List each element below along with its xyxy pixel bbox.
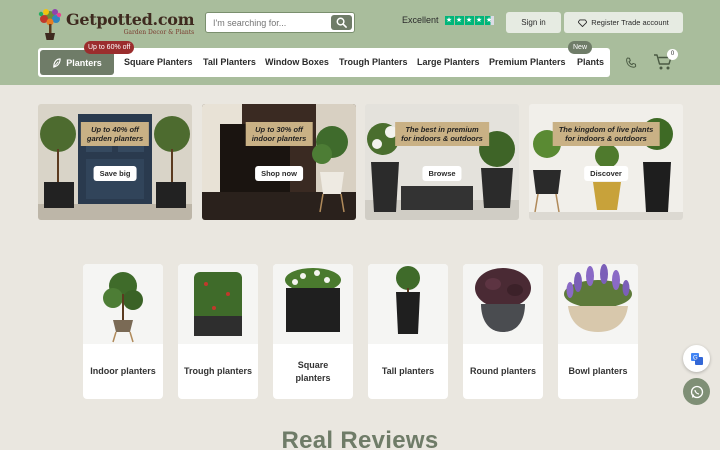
cart-count-badge: 0 [667,49,678,60]
category-label: Round planters [469,366,536,377]
search-button[interactable] [331,15,352,30]
nav-item-window-boxes[interactable]: Window Boxes [265,48,329,77]
promo-banner-indoor[interactable]: Up to 30% off indoor planters Shop now [202,104,356,220]
star-icon: ★ [464,15,474,25]
new-badge: New [568,41,593,54]
category-card-indoor[interactable]: Indoor planters [83,264,163,399]
banner-tag-line1: The best in premium [405,125,479,134]
round-planter-image [463,264,543,344]
category-label: Tall planters [381,366,435,377]
promo-banner-premium[interactable]: The best in premium for indoors & outdoo… [365,104,519,220]
search-icon [336,17,347,28]
reviews-heading: Real Reviews [281,427,439,450]
translate-icon: G [690,352,703,365]
category-card-trough[interactable]: Trough planters [178,264,258,399]
logo-tagline: Garden Decor & Plants [123,29,195,36]
phone-icon [626,57,637,68]
banner-tag-line2: for indoors & outdoors [565,134,647,143]
nav-item-square-planters[interactable]: Square Planters [124,48,193,77]
banner-tag-line2: for indoors & outdoors [401,134,483,143]
site-header: Getpotted.com Garden Decor & Plants Exce… [0,0,720,85]
promo-banner-garden[interactable]: Up to 40% off garden planters Save big [38,104,192,220]
register-trade-label: Register Trade account [591,18,669,27]
banner-tag-line1: The kingdom of live plants [558,125,654,134]
whatsapp-button[interactable] [683,378,710,405]
nav-planters-label: Planters [66,57,102,68]
leaf-icon [53,57,61,68]
discover-button[interactable]: Discover [584,166,628,181]
tall-planter-image [368,264,448,344]
banner-tag: Up to 40% off garden planters [80,122,150,146]
shop-now-button[interactable]: Shop now [255,166,303,181]
category-label: Trough planters [184,366,253,377]
star-icon: ★ [474,15,484,25]
phone-button[interactable] [625,56,637,74]
signin-button[interactable]: Sign in [506,12,561,33]
nav-item-trough-planters[interactable]: Trough Planters [339,48,408,77]
category-card-bowl[interactable]: Bowl planters [558,264,638,399]
category-card-square[interactable]: Square planters [273,264,353,399]
logo-tree-icon [36,7,64,41]
banner-tag: The kingdom of live plants for indoors &… [552,122,660,146]
banner-tag-line2: indoor planters [251,134,307,143]
category-label: Indoor planters [90,366,156,377]
trough-planter-image [178,264,258,344]
bowl-planter-image [558,264,638,344]
star-icon: ★ [444,15,454,25]
register-trade-button[interactable]: Register Trade account [564,12,683,33]
sale-badge: Up to 60% off [84,41,135,54]
search-box [205,12,355,33]
category-card-tall[interactable]: Tall planters [368,264,448,399]
nav-item-premium-planters[interactable]: Premium Planters [489,48,566,77]
nav-item-large-planters[interactable]: Large Planters [417,48,480,77]
whatsapp-icon [690,385,703,398]
logo[interactable]: Getpotted.com Garden Decor & Plants [36,6,195,42]
search-input[interactable] [206,17,326,28]
banner-tag-line1: Up to 40% off [91,125,139,134]
trustpilot-rating[interactable]: Excellent ★ ★ ★ ★ ★ [402,15,494,25]
banner-tag-line2: garden planters [86,134,144,143]
trust-label: Excellent [402,15,439,25]
banner-tag: The best in premium for indoors & outdoo… [395,122,489,146]
category-label: Bowl planters [568,366,628,377]
save-big-button[interactable]: Save big [93,166,137,181]
trust-stars: ★ ★ ★ ★ ★ [444,15,494,25]
star-half-icon: ★ [484,15,494,25]
category-card-round[interactable]: Round planters [463,264,543,399]
star-icon: ★ [454,15,464,25]
nav-item-tall-planters[interactable]: Tall Planters [203,48,256,77]
square-planter-image [273,264,353,344]
indoor-planter-image [83,264,163,344]
browse-button[interactable]: Browse [422,166,462,181]
banner-tag-line1: Up to 30% off [255,125,303,134]
svg-text:G: G [693,355,698,361]
promo-banner-live-plants[interactable]: The kingdom of live plants for indoors &… [529,104,683,220]
translate-button[interactable]: G [683,345,710,372]
banner-tag: Up to 30% off indoor planters [245,122,313,146]
diamond-icon [578,18,588,27]
category-label: Square planters [295,360,331,383]
logo-name: Getpotted.com [66,10,195,29]
